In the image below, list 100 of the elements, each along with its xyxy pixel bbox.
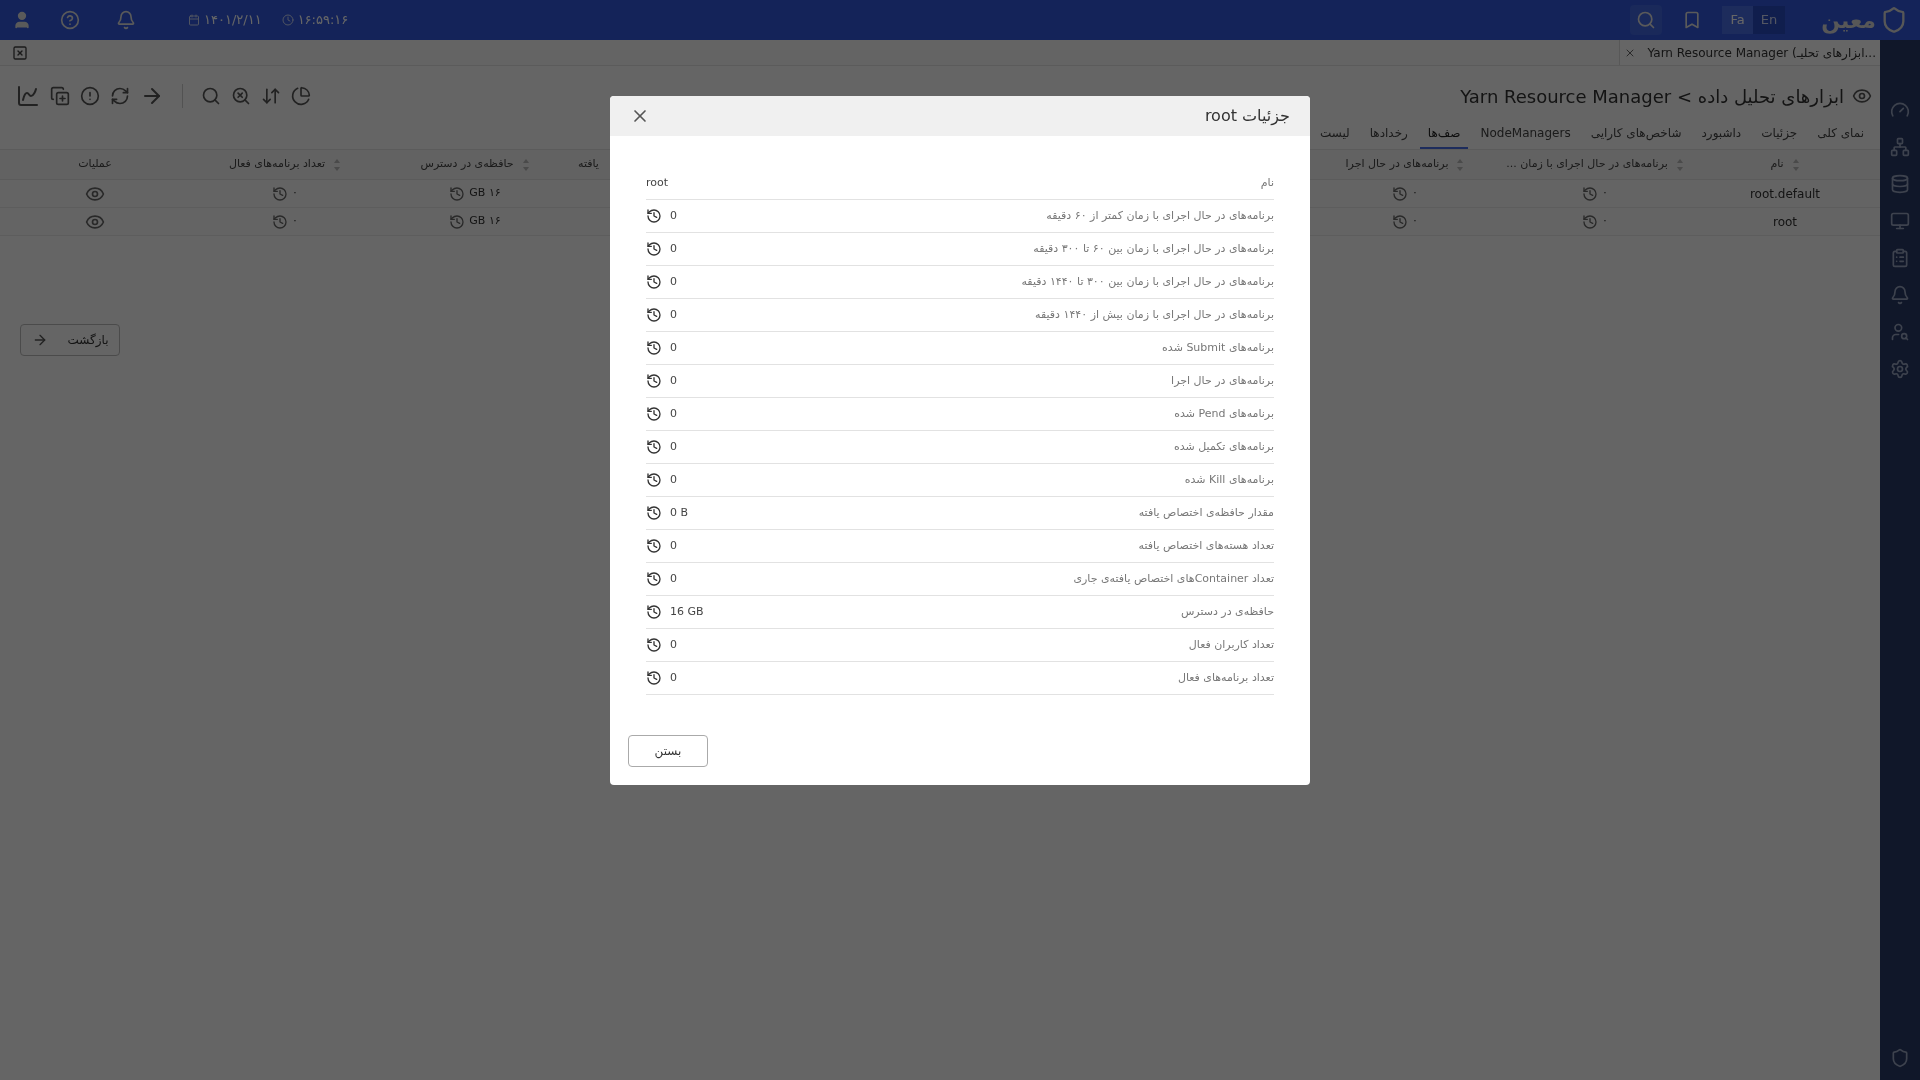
field-value: 0	[670, 207, 677, 224]
clear-search-icon[interactable]	[231, 86, 251, 106]
field-label: برنامه‌های در حال اجرای با زمان بین ۳۰۰ تا ۱۴۴۰ دقیقه	[1021, 273, 1274, 290]
language-button[interactable]: En	[1752, 6, 1786, 34]
user-icon[interactable]	[12, 10, 32, 30]
language-button[interactable]: Fa	[1722, 6, 1753, 34]
history-icon[interactable]	[646, 604, 662, 620]
tab[interactable]: داشبورد	[1693, 119, 1750, 149]
history-icon[interactable]	[646, 571, 662, 587]
sort-icon[interactable]	[1791, 157, 1800, 172]
field-value: 0 B	[670, 504, 689, 521]
field-value: 0	[670, 339, 677, 356]
history-icon[interactable]	[646, 241, 662, 257]
field-label: برنامه‌های Submit شده	[1162, 339, 1274, 356]
field-label: حافظه‌ی در دسترس	[1180, 603, 1274, 620]
settings-icon[interactable]	[1890, 359, 1910, 379]
field-value: 0	[670, 537, 677, 554]
dialog-title: جزئیات root	[1204, 105, 1290, 128]
tab[interactable]: رخدادها	[1361, 119, 1416, 149]
refresh-icon[interactable]	[110, 86, 130, 106]
clock-icon	[281, 14, 294, 26]
field-value: 0	[670, 438, 677, 455]
field-value: 0	[670, 240, 677, 257]
tab[interactable]: لیست	[1311, 119, 1358, 149]
field-label: تعداد برنامه‌های فعال	[1177, 669, 1274, 686]
column-header[interactable]: نام	[1690, 150, 1880, 179]
sort-icon[interactable]	[333, 157, 342, 172]
calendar-icon	[188, 14, 200, 26]
tab[interactable]: جزئیات	[1753, 119, 1806, 149]
history-icon[interactable]	[646, 208, 662, 224]
history-icon[interactable]	[646, 274, 662, 290]
page-title: ابزارهای تحلیل داده > Yarn Resource Manager	[1460, 84, 1844, 110]
field-label: برنامه‌های Pend شده	[1174, 405, 1274, 422]
field-label: تعداد Containerهای اختصاص یافته‌ی جاری	[1073, 570, 1274, 587]
clipboard-icon[interactable]	[1890, 248, 1910, 268]
history-icon[interactable]	[646, 505, 662, 521]
table-cell-text: root.default	[1749, 185, 1821, 203]
field-label: مقدار حافظه‌ی اختصاص یافته	[1138, 504, 1274, 521]
tab[interactable]: نمای کلی	[1809, 119, 1872, 149]
field-value: 0	[670, 669, 677, 686]
tab[interactable]: NodeManagers	[1472, 119, 1579, 149]
field-value: 16 GB	[670, 603, 704, 620]
history-icon[interactable]	[646, 307, 662, 323]
notifications-icon[interactable]	[116, 10, 136, 30]
search-icon	[1636, 10, 1657, 30]
sort-toggle-icon[interactable]	[261, 86, 281, 106]
gauge-icon[interactable]	[1890, 100, 1910, 120]
history-icon[interactable]	[646, 472, 662, 488]
field-label: برنامه‌های تکمیل شده	[1174, 438, 1274, 455]
field-value: 0	[670, 306, 677, 323]
table-cell: ۱۶ GB	[469, 213, 501, 230]
field-label: برنامه‌های در حال اجرای با زمان بین ۶۰ تا ۳۰۰ دقیقه	[1033, 240, 1274, 257]
close-all-icon[interactable]	[12, 44, 28, 61]
column-header[interactable]: برنامه‌های در حال اجرا	[1310, 150, 1500, 179]
sort-icon[interactable]	[1456, 157, 1465, 172]
history-icon[interactable]	[646, 670, 662, 686]
pie-chart-icon[interactable]	[291, 86, 311, 106]
history-icon[interactable]	[646, 637, 662, 653]
column-header[interactable]: عملیات	[0, 150, 190, 179]
field-label: برنامه‌های در حال اجرای با زمان بیش از ۱۴۴۰ دقیقه	[1035, 306, 1274, 323]
column-header[interactable]: حافظه‌ی در دسترس	[380, 150, 570, 179]
field-value: 0	[670, 372, 677, 389]
history-icon[interactable]	[646, 340, 662, 356]
table-cell-text: root	[1772, 213, 1798, 231]
watch-icon[interactable]	[1852, 86, 1872, 106]
search-button[interactable]	[1630, 5, 1663, 35]
history-icon[interactable]	[646, 538, 662, 554]
bell-icon[interactable]	[1890, 285, 1910, 305]
date-text: ۱۴۰۱/۲/۱۱	[204, 11, 262, 30]
field-label: برنامه‌های در حال اجرای با زمان کمتر از ۶۰ دقیقه	[1046, 207, 1274, 224]
chart-icon[interactable]	[16, 84, 40, 108]
logo-text: معین	[1821, 6, 1876, 36]
column-header[interactable]: تعداد برنامه‌های فعال	[190, 150, 380, 179]
copy-plus-icon[interactable]	[50, 86, 70, 106]
monitor-icon[interactable]	[1890, 211, 1910, 231]
field-label: برنامه‌های Kill شده	[1184, 471, 1274, 488]
field-label: نام	[1260, 175, 1274, 192]
sort-icon[interactable]	[1675, 157, 1684, 172]
tab[interactable]: شاخص‌های کارایی	[1582, 119, 1690, 149]
close-button[interactable]: بستن	[628, 735, 708, 767]
search-icon[interactable]	[201, 86, 221, 106]
alert-icon[interactable]	[80, 86, 100, 106]
history-icon[interactable]	[646, 406, 662, 422]
column-header[interactable]: برنامه‌های در حال اجرای با زمان ...	[1500, 150, 1690, 179]
logo-icon[interactable]	[1890, 1048, 1910, 1068]
sort-icon[interactable]	[521, 157, 530, 172]
field-value: root	[646, 175, 669, 192]
back-button[interactable]: بازگشت	[20, 324, 120, 356]
database-icon[interactable]	[1890, 174, 1910, 194]
clock-time: ۱۶:۵۹:۱۶	[297, 11, 349, 30]
field-value: 0	[670, 636, 677, 653]
field-label: تعداد کاربران فعال	[1188, 636, 1274, 653]
field-label: برنامه‌های در حال اجرا	[1171, 372, 1274, 389]
hierarchy-icon[interactable]	[1890, 137, 1910, 157]
help-icon[interactable]	[60, 10, 80, 30]
field-label: تعداد هسته‌های اختصاص یافته	[1138, 537, 1274, 554]
field-value: 0	[670, 471, 677, 488]
history-icon[interactable]	[646, 439, 662, 455]
history-icon[interactable]	[646, 373, 662, 389]
user-search-icon[interactable]	[1890, 322, 1910, 342]
